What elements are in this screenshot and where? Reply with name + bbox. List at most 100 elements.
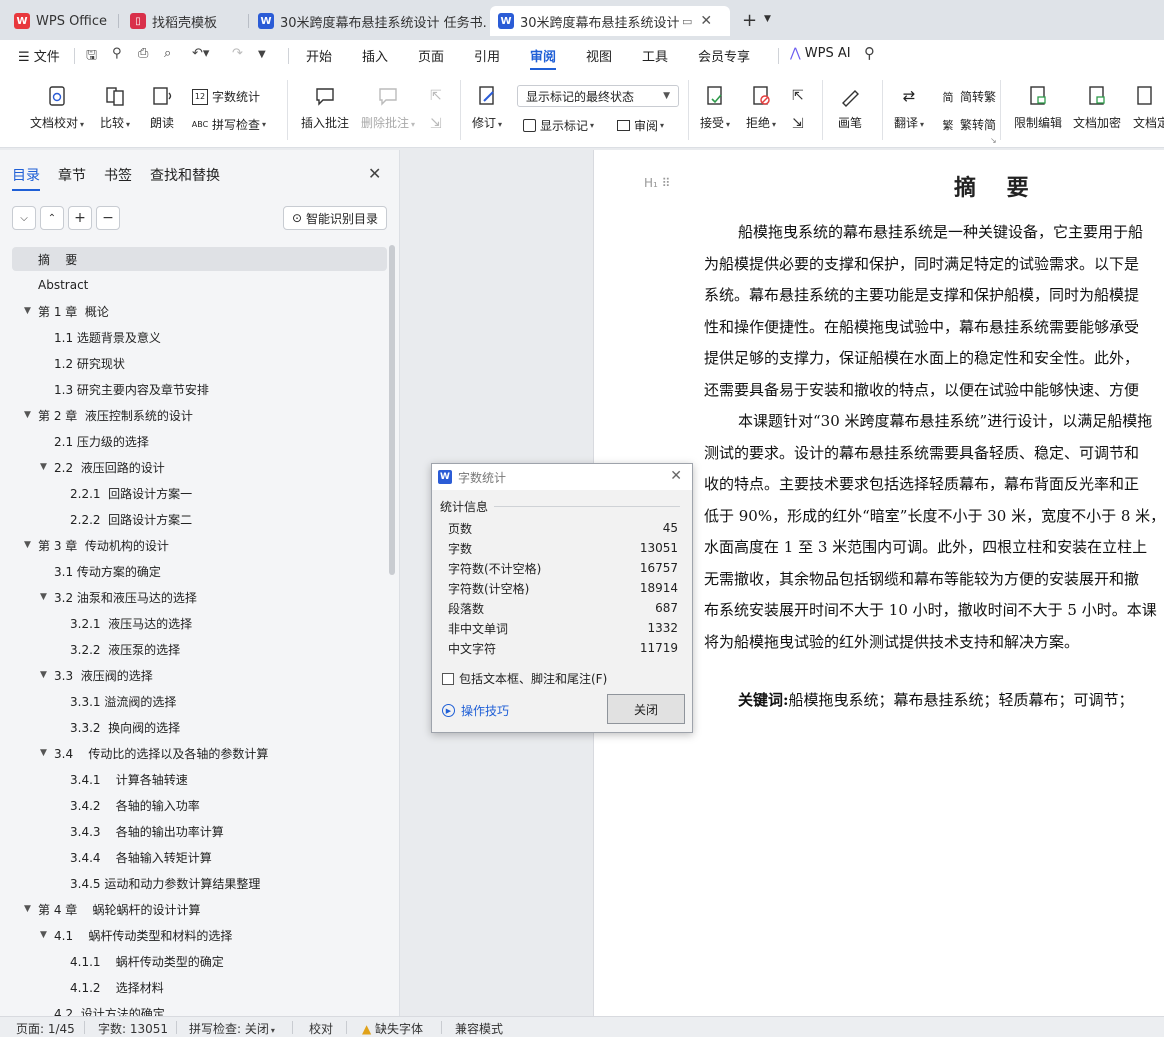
tab-task-document[interactable]: W 30米跨度幕布悬挂系统设计 任务书.d xyxy=(250,6,486,36)
tab-active-document[interactable]: W 30米跨度幕布悬挂系统设计 说 ▭ ✕ xyxy=(490,6,730,36)
menu-references[interactable]: 引用 xyxy=(474,46,500,65)
track-changes-button[interactable]: 修订 ▾ xyxy=(472,84,502,131)
close-tab-icon[interactable]: ✕ xyxy=(700,13,712,29)
menu-insert[interactable]: 插入 xyxy=(362,46,388,65)
nav-tab-find-replace[interactable]: 查找和替换 xyxy=(150,165,220,185)
add-heading-button[interactable]: + xyxy=(68,206,92,230)
encrypt-button[interactable]: 文档加密 xyxy=(1073,84,1121,131)
toc-item[interactable]: ▼ 3.2 油泵和液压马达的选择 xyxy=(40,585,197,609)
tips-link[interactable]: ▶ 操作技巧 xyxy=(442,702,509,719)
toc-item[interactable]: ▼ 第 1 章 概论 xyxy=(24,299,109,323)
file-menu[interactable]: ☰ 文件 xyxy=(18,46,60,65)
translate-button[interactable]: ⇄ 翻译 ▾ xyxy=(894,84,924,131)
missing-font-status[interactable]: ▲ 缺失字体 xyxy=(362,1020,423,1037)
menu-member[interactable]: 会员专享 xyxy=(698,46,750,65)
tab-wps-office[interactable]: W WPS Office xyxy=(6,6,114,36)
compare-button[interactable]: 比较 ▾ xyxy=(100,84,130,131)
toc-item[interactable]: ▼ 第 2 章 液压控制系统的设计 xyxy=(24,403,193,427)
expand-toggle-icon[interactable]: ▼ xyxy=(24,306,38,316)
delete-comment-button[interactable]: 删除批注 ▾ xyxy=(361,84,415,131)
include-textbox-checkbox[interactable]: 包括文本框、脚注和尾注(F) xyxy=(442,670,607,687)
expand-toggle-icon[interactable]: ▼ xyxy=(24,410,38,420)
prev-change-icon[interactable]: ⇱ xyxy=(792,88,804,104)
proofread-status[interactable]: 校对 xyxy=(309,1020,333,1037)
toc-item[interactable]: 3.1 传动方案的确定 xyxy=(40,559,161,583)
toc-item[interactable]: 摘 要 xyxy=(24,247,77,271)
toc-item[interactable]: 3.3.1 溢流阀的选择 xyxy=(56,689,176,713)
print-icon[interactable]: ⎙ xyxy=(138,46,148,61)
remove-heading-button[interactable]: − xyxy=(96,206,120,230)
search-icon[interactable]: ⚲ xyxy=(864,44,875,62)
restrict-edit-button[interactable]: 限制编辑 xyxy=(1014,84,1062,131)
group-expand-icon[interactable]: ↘ xyxy=(990,136,997,145)
word-count-button[interactable]: 12 字数统计 xyxy=(192,88,260,105)
toc-item[interactable]: 2.2.2 回路设计方案二 xyxy=(56,507,192,531)
nav-tab-bookmarks[interactable]: 书签 xyxy=(104,165,132,185)
dialog-close-icon[interactable]: ✕ xyxy=(670,468,682,484)
toc-item[interactable]: Abstract xyxy=(24,273,88,297)
nav-scrollbar[interactable] xyxy=(389,245,395,575)
print-preview-icon[interactable]: ⌕ xyxy=(164,46,171,61)
toc-item[interactable]: ▼ 4.1 蜗杆传动类型和材料的选择 xyxy=(40,923,232,947)
spell-check-status[interactable]: 拼写检查: 关闭 ▾ xyxy=(189,1020,275,1037)
nav-tab-sections[interactable]: 章节 xyxy=(58,165,86,185)
page-indicator[interactable]: 页面: 1/45 xyxy=(16,1020,75,1037)
save-icon[interactable]: 🖫 xyxy=(86,46,97,68)
next-change-icon[interactable]: ⇲ xyxy=(792,116,804,132)
toc-item[interactable]: 4.1.2 选择材料 xyxy=(56,975,164,999)
toc-item[interactable]: ▼ 3.4 传动比的选择以及各轴的参数计算 xyxy=(40,741,268,765)
redo-icon[interactable]: ↷ xyxy=(232,46,243,61)
wps-ai-button[interactable]: ⋀ WPS AI xyxy=(790,46,851,61)
toc-item[interactable]: 3.4.1 计算各轴转速 xyxy=(56,767,188,791)
expand-toggle-icon[interactable]: ▼ xyxy=(40,462,54,472)
collapse-all-button[interactable]: ⌵ xyxy=(12,206,36,230)
undo-icon[interactable]: ↶▾ xyxy=(192,46,209,61)
toc-item[interactable]: ▼ 3.3 液压阀的选择 xyxy=(40,663,153,687)
close-pane-icon[interactable]: ✕ xyxy=(368,164,381,183)
toc-item[interactable]: 3.4.3 各轴的输出功率计算 xyxy=(56,819,224,843)
menu-tools[interactable]: 工具 xyxy=(642,46,668,65)
toc-item[interactable]: 1.1 选题背景及意义 xyxy=(40,325,161,349)
accept-button[interactable]: 接受 ▾ xyxy=(700,84,730,131)
toc-item[interactable]: ▼ 第 4 章 蜗轮蜗杆的设计计算 xyxy=(24,897,201,921)
tab-docer-templates[interactable]: ▯ 找稻壳模板 xyxy=(122,6,244,36)
trad-to-simp-button[interactable]: 繁 繁转简 xyxy=(940,116,997,133)
expand-toggle-icon[interactable]: ▼ xyxy=(24,540,38,550)
expand-toggle-icon[interactable]: ▼ xyxy=(40,592,54,602)
toc-item[interactable]: 3.4.4 各轴输入转矩计算 xyxy=(56,845,212,869)
insert-comment-button[interactable]: 插入批注 xyxy=(301,84,349,131)
markup-state-select[interactable]: 显示标记的最终状态 ▼ xyxy=(517,85,679,107)
menu-page[interactable]: 页面 xyxy=(418,46,444,65)
share-icon[interactable]: ⚲ xyxy=(112,46,122,61)
expand-toggle-icon[interactable]: ▼ xyxy=(24,904,38,914)
review-pane-button[interactable]: 审阅 ▾ xyxy=(617,117,664,134)
toc-item[interactable]: 3.3.2 换向阀的选择 xyxy=(56,715,180,739)
word-count-status[interactable]: 字数: 13051 xyxy=(98,1020,168,1037)
toc-item[interactable]: 3.2.1 液压马达的选择 xyxy=(56,611,192,635)
next-comment-icon[interactable]: ⇲ xyxy=(430,116,442,132)
menu-view[interactable]: 视图 xyxy=(586,46,612,65)
doc-check-button[interactable]: 文档校对 ▾ xyxy=(30,84,84,131)
toc-item[interactable]: 3.2.2 液压泵的选择 xyxy=(56,637,180,661)
toc-item[interactable]: 3.4.5 运动和动力参数计算结果整理 xyxy=(56,871,260,895)
tab-list-chevron-icon[interactable]: ▼ xyxy=(764,14,771,24)
read-aloud-button[interactable]: 朗读 xyxy=(150,84,174,131)
expand-up-button[interactable]: ⌃ xyxy=(40,206,64,230)
toc-item[interactable]: 1.2 研究现状 xyxy=(40,351,125,375)
close-button[interactable]: 关闭 xyxy=(607,694,685,724)
toc-item[interactable]: ▼ 2.2 液压回路的设计 xyxy=(40,455,165,479)
spell-check-button[interactable]: ABC 拼写检查 ▾ xyxy=(192,116,266,133)
dialog-titlebar[interactable]: W 字数统计 ✕ xyxy=(432,464,692,490)
doc-final-button[interactable]: 文档定 xyxy=(1133,84,1164,131)
smart-toc-button[interactable]: ⊙ 智能识别目录 xyxy=(283,206,387,230)
expand-toggle-icon[interactable]: ▼ xyxy=(40,748,54,758)
show-markup-button[interactable]: 显示标记 ▾ xyxy=(523,117,594,134)
prev-comment-icon[interactable]: ⇱ xyxy=(430,88,442,104)
toc-item[interactable]: 4.1.1 蜗杆传动类型的确定 xyxy=(56,949,224,973)
heading-handle-icon[interactable]: H₁ ⠿ xyxy=(644,176,670,190)
menu-review[interactable]: 审阅 xyxy=(530,46,557,70)
simp-to-trad-button[interactable]: 简 简转繁 xyxy=(940,88,997,105)
toc-item[interactable]: 3.4.2 各轴的输入功率 xyxy=(56,793,200,817)
expand-toggle-icon[interactable]: ▼ xyxy=(40,670,54,680)
toc-item[interactable]: ▼ 第 3 章 传动机构的设计 xyxy=(24,533,169,557)
